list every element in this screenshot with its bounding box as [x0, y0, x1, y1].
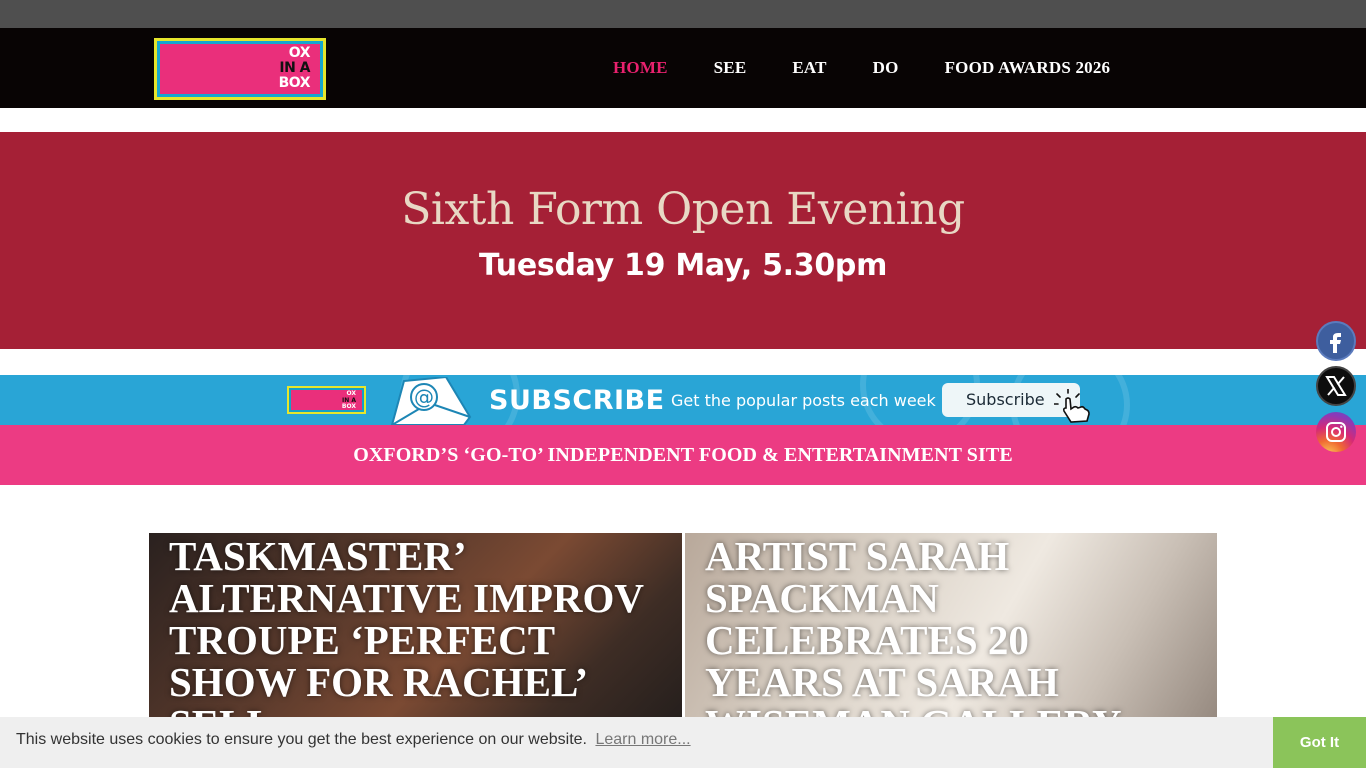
pointer-hand-icon: [1054, 389, 1090, 423]
cookie-learn-more-link[interactable]: Learn more...: [595, 731, 690, 748]
site-header: OX IN A BOX HOME SEE EAT DO FOOD AWARDS …: [0, 28, 1366, 108]
subscribe-heading: SUBSCRIBE: [489, 385, 665, 416]
nav-food-awards[interactable]: FOOD AWARDS 2026: [945, 58, 1111, 78]
svg-text:@: @: [414, 385, 434, 409]
banner-subtitle: Tuesday 19 May, 5.30pm: [478, 248, 888, 283]
nav-see[interactable]: SEE: [714, 58, 747, 78]
nav-eat[interactable]: EAT: [792, 58, 826, 78]
cookie-banner: This website uses cookies to ensure you …: [0, 717, 1366, 768]
nav-do[interactable]: DO: [873, 58, 899, 78]
main-nav: HOME SEE EAT DO FOOD AWARDS 2026: [590, 28, 1133, 108]
nav-home[interactable]: HOME: [613, 58, 668, 78]
logo-text: OX IN A BOX: [278, 45, 311, 91]
subscribe-banner[interactable]: OX IN A BOX @ SUBSCRIBE Get the popular …: [0, 375, 1366, 425]
ad-banner[interactable]: Sixth Form Open Evening Tuesday 19 May, …: [0, 132, 1366, 349]
subscribe-tagline: Get the popular posts each week: [671, 391, 936, 410]
site-tagline: OXFORD’S ‘GO-TO’ INDEPENDENT FOOD & ENTE…: [0, 425, 1366, 485]
site-logo[interactable]: OX IN A BOX: [154, 38, 326, 100]
x-icon[interactable]: [1316, 366, 1356, 406]
subscribe-logo: OX IN A BOX: [287, 386, 366, 414]
facebook-icon[interactable]: [1316, 321, 1356, 361]
cookie-accept-button[interactable]: Got It: [1273, 717, 1366, 768]
banner-title: Sixth Form Open Evening: [401, 184, 965, 235]
article-title[interactable]: TASKMASTER’ ALTERNATIVE IMPROV TROUPE ‘P…: [169, 535, 669, 745]
top-bar: [0, 0, 1366, 28]
article-title[interactable]: ARTIST SARAH SPACKMAN CELEBRATES 20 YEAR…: [705, 535, 1165, 745]
instagram-icon[interactable]: [1316, 412, 1356, 452]
envelope-icon: @: [390, 377, 472, 425]
cookie-message: This website uses cookies to ensure you …: [16, 731, 587, 748]
